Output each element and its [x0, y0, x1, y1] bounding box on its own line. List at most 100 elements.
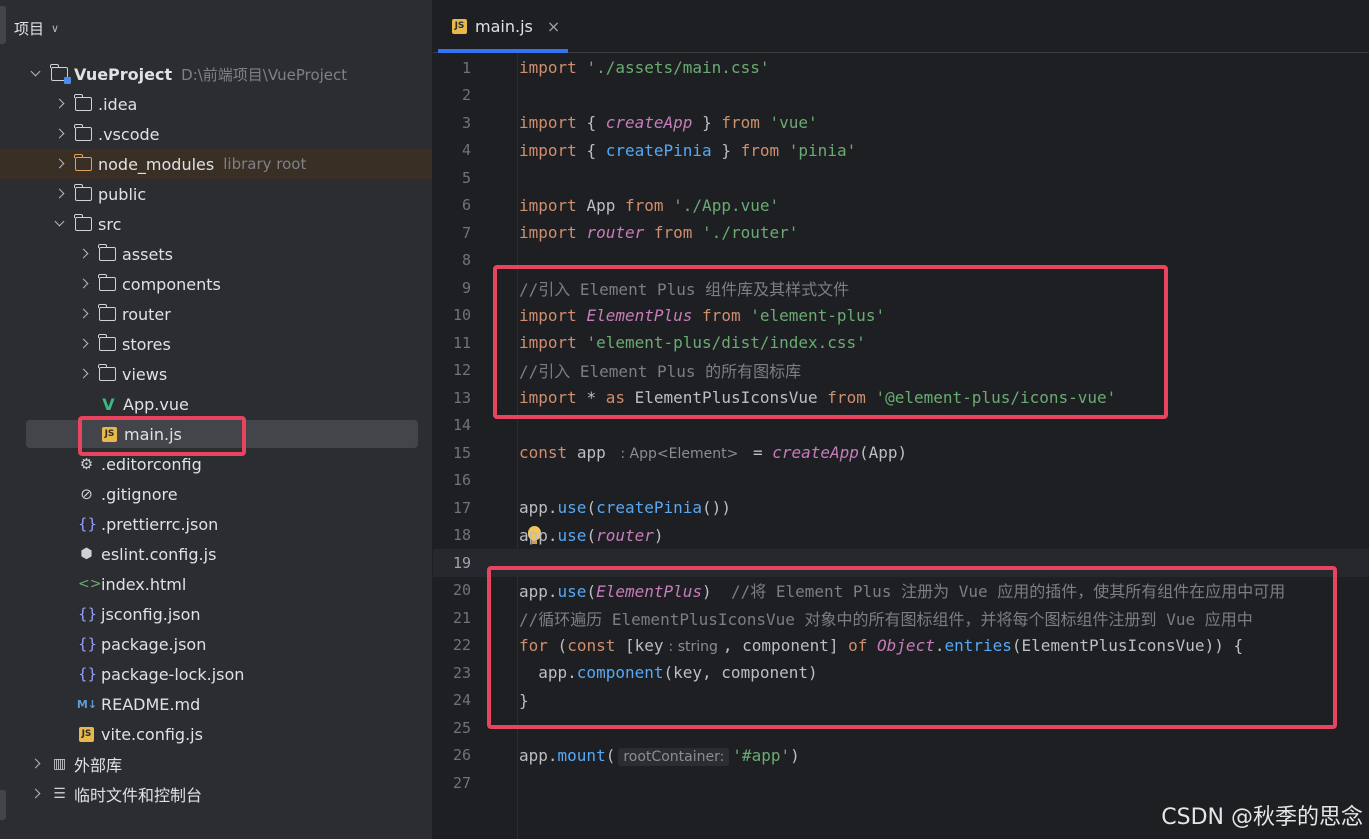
chevron-right-icon[interactable]: [52, 156, 68, 172]
tree-item-prettierrc[interactable]: {} .prettierrc.json: [0, 509, 432, 539]
json-file-icon: {}: [78, 604, 98, 623]
project-view-selector[interactable]: 项目 ∨: [14, 14, 59, 42]
tree-item-label: jsconfig.json: [101, 604, 201, 624]
code-text: const app : App<Element> = createApp(App…: [519, 443, 908, 463]
chevron-down-icon: ∨: [51, 21, 60, 35]
chevron-right-icon[interactable]: [76, 336, 92, 352]
folder-icon: [74, 124, 92, 141]
json-file-icon: {}: [78, 634, 98, 653]
tree-item-views[interactable]: views: [0, 359, 432, 389]
tree-item-idea[interactable]: .idea: [0, 89, 432, 119]
ignore-file-icon: ⊘: [80, 484, 93, 503]
tree-item-public[interactable]: public: [0, 179, 432, 209]
code-line-7: 7 import router from './router': [433, 219, 1369, 247]
chevron-right-icon[interactable]: [76, 366, 92, 382]
code-text: app.mount(rootContainer: '#app'): [519, 745, 800, 766]
chevron-right-icon[interactable]: [52, 126, 68, 142]
project-view-title: 项目: [14, 19, 45, 38]
code-text: import { createPinia } from 'pinia': [519, 140, 857, 160]
line-number: 10: [452, 306, 471, 325]
tree-item-label: .editorconfig: [101, 454, 202, 474]
tree-item-label: public: [98, 184, 147, 204]
chevron-right-icon[interactable]: [28, 786, 44, 802]
library-root-hint: library root: [223, 155, 307, 173]
tree-item-label: 外部库: [74, 756, 123, 775]
tree-item-stores[interactable]: stores: [0, 329, 432, 359]
tree-item-app-vue[interactable]: V App.vue: [0, 389, 432, 419]
tree-item-label: App.vue: [123, 394, 189, 414]
tree-item-components[interactable]: components: [0, 269, 432, 299]
strip-tab-project[interactable]: [0, 6, 6, 44]
chevron-right-icon[interactable]: [52, 96, 68, 112]
tree-item-readme[interactable]: M↓ README.md: [0, 689, 432, 719]
line-number: 8: [461, 251, 471, 270]
line-number: 11: [452, 333, 471, 352]
tree-item-node-modules[interactable]: node_modules library root: [0, 149, 432, 179]
line-number: 3: [461, 113, 471, 132]
line-number: 15: [452, 443, 471, 462]
code-text: import App from './App.vue': [519, 195, 780, 215]
tree-item-vueproject[interactable]: VueProject D:\前端项目\VueProject: [0, 59, 432, 89]
chevron-right-icon[interactable]: [76, 246, 92, 262]
folder-icon: [74, 214, 92, 231]
tree-item-eslint-config[interactable]: ⬢ eslint.config.js: [0, 539, 432, 569]
tree-item-src[interactable]: src: [0, 209, 432, 239]
tree-item-label: README.md: [101, 694, 201, 714]
tree-item-label: .prettierrc.json: [101, 514, 219, 534]
tree-item-index-html[interactable]: <> index.html: [0, 569, 432, 599]
chevron-right-icon[interactable]: [76, 276, 92, 292]
eslint-icon: ⬢: [80, 545, 93, 562]
folder-icon: [74, 94, 92, 111]
line-number: 5: [461, 168, 471, 187]
editor-tab-bar: JS main.js ×: [433, 0, 1369, 53]
tree-item-package-lock[interactable]: {} package-lock.json: [0, 659, 432, 689]
line-number: 21: [452, 608, 471, 627]
tree-item-jsconfig[interactable]: {} jsconfig.json: [0, 599, 432, 629]
tree-item-vscode[interactable]: .vscode: [0, 119, 432, 149]
tree-item-label: 临时文件和控制台: [74, 786, 203, 805]
code-text: import router from './router': [519, 223, 799, 243]
tree-item-gitignore[interactable]: ⊘ .gitignore: [0, 479, 432, 509]
close-icon[interactable]: ×: [547, 17, 560, 36]
project-tool-window: 项目 ∨ VueProject D:\前端项目\VueProject .idea…: [0, 0, 432, 839]
tree-item-scratches[interactable]: ☰ 临时文件和控制台: [0, 779, 432, 809]
gear-icon: ⚙: [79, 454, 94, 473]
code-line-15: 15 const app : App<Element> = createApp(…: [433, 439, 1369, 467]
code-text: import { createApp } from 'vue': [519, 113, 818, 133]
code-text: import './assets/main.css': [519, 58, 770, 78]
chevron-right-icon[interactable]: [28, 756, 44, 772]
line-number: 2: [461, 86, 471, 105]
chevron-right-icon[interactable]: [52, 186, 68, 202]
tab-main-js[interactable]: JS main.js ×: [438, 0, 568, 53]
tree-item-label: package.json: [101, 634, 207, 654]
tree-item-router[interactable]: router: [0, 299, 432, 329]
tree-item-label: .gitignore: [101, 484, 178, 504]
tree-item-package-json[interactable]: {} package.json: [0, 629, 432, 659]
folder-icon: [98, 304, 116, 321]
tree-item-assets[interactable]: assets: [0, 239, 432, 269]
chevron-down-icon[interactable]: [52, 216, 68, 232]
line-number: 14: [452, 416, 471, 435]
line-number: 13: [452, 388, 471, 407]
folder-icon: [98, 364, 116, 381]
chevron-right-icon[interactable]: [76, 306, 92, 322]
code-line-2: 2: [433, 82, 1369, 110]
folder-icon: [74, 184, 92, 201]
highlight-box-main-js: [78, 416, 246, 456]
tree-item-label: node_modules: [98, 154, 215, 174]
tree-item-vite-config[interactable]: JS vite.config.js: [0, 719, 432, 749]
highlight-box-element-plus-imports: [493, 265, 1168, 419]
line-number: 6: [461, 196, 471, 215]
code-editor: JS main.js × 1 import './assets/main.css…: [433, 0, 1369, 839]
json-file-icon: {}: [78, 514, 98, 533]
chevron-down-icon[interactable]: [28, 66, 44, 82]
tree-item-label: src: [98, 214, 122, 234]
project-path: D:\前端项目\VueProject: [181, 65, 348, 84]
tree-item-external-libraries[interactable]: ▥ 外部库: [0, 749, 432, 779]
line-number: 17: [452, 498, 471, 517]
project-name: VueProject: [74, 64, 173, 84]
project-folder-icon: [50, 64, 71, 84]
tree-item-label: eslint.config.js: [101, 544, 217, 564]
line-number: 7: [461, 223, 471, 242]
tree-item-label: router: [122, 304, 171, 324]
